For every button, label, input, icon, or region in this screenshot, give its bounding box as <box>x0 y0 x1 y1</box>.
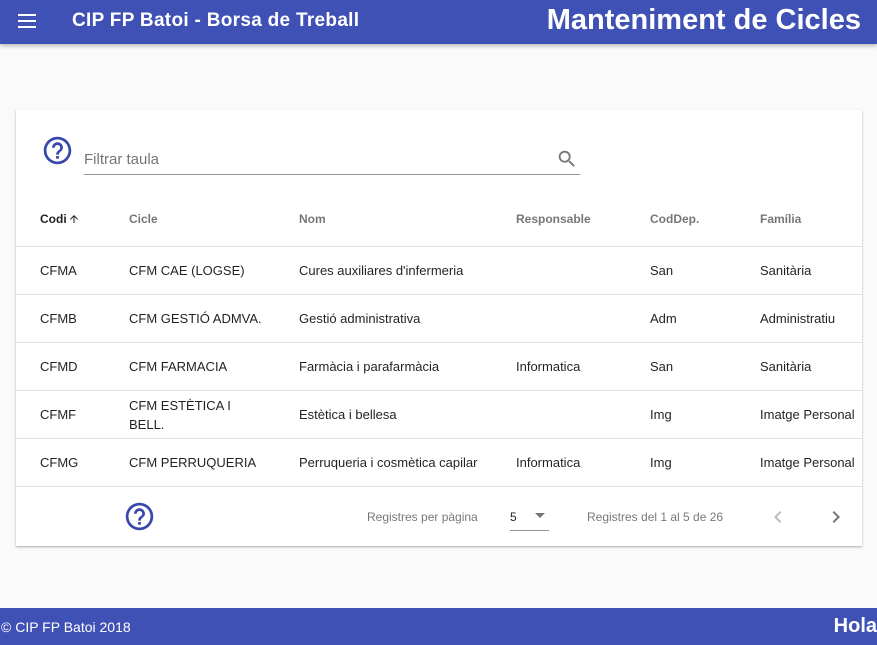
table-row[interactable]: CFMF CFM ESTÈTICA I BELL. Estètica i bel… <box>16 391 862 439</box>
cell-coddep: Img <box>650 455 672 470</box>
app-title[interactable]: CIP FP Batoi - Borsa de Treball <box>72 10 359 32</box>
cycles-table: Codi Cicle Nom Responsable CodDep. Famíl… <box>16 190 862 487</box>
table-header-row: Codi Cicle Nom Responsable CodDep. Famíl… <box>16 190 862 247</box>
menu-icon[interactable] <box>14 9 42 35</box>
cell-familia: Administratiu <box>760 311 836 326</box>
help-icon[interactable] <box>41 134 74 167</box>
arrow-up-icon <box>69 215 78 223</box>
cell-responsable <box>516 247 636 294</box>
cell-cicle: CFM PERRUQUERIA <box>129 455 257 470</box>
table-row[interactable]: CFMA CFM CAE (LOGSE) Cures auxiliares d'… <box>16 247 862 295</box>
paginator: Registres per pàgina 5 Registres del 1 a… <box>16 488 862 546</box>
cell-nom: Perruqueria i cosmètica capilar <box>299 455 478 470</box>
cell-familia: Imatge Personal <box>760 407 855 422</box>
column-header-cicle[interactable]: Cicle <box>129 212 269 226</box>
column-header-familia[interactable]: Família <box>760 212 860 226</box>
range-label: Registres del 1 al 5 de 26 <box>587 510 724 524</box>
cycles-table-card: Codi Cicle Nom Responsable CodDep. Famíl… <box>16 110 862 546</box>
cell-familia: Sanitària <box>760 263 812 278</box>
cell-responsable: Informatica <box>516 455 581 470</box>
filter-field <box>84 142 580 175</box>
cell-codi: CFMA <box>40 263 77 278</box>
cell-nom: Cures auxiliares d'infermeria <box>299 263 464 278</box>
page-size-select[interactable]: 5 <box>510 501 549 531</box>
table-row[interactable]: CFMG CFM PERRUQUERIA Perruqueria i cosmè… <box>16 439 862 487</box>
column-header-nom[interactable]: Nom <box>299 212 489 226</box>
chevron-right-icon[interactable] <box>824 505 848 529</box>
cell-cicle: CFM CAE (LOGSE) <box>129 263 245 278</box>
table-row[interactable]: CFMD CFM FARMACIA Farmàcia i parafarmàci… <box>16 343 862 391</box>
filter-input[interactable] <box>84 148 534 170</box>
chevron-left-icon[interactable] <box>766 505 790 529</box>
top-toolbar: CIP FP Batoi - Borsa de Treball Mantenim… <box>0 0 877 44</box>
cell-codi: CFMD <box>40 359 78 374</box>
cell-cicle: CFM ESTÈTICA I BELL. <box>129 397 231 432</box>
cell-coddep: Img <box>650 407 672 422</box>
cell-nom: Estètica i bellesa <box>299 407 397 422</box>
cell-coddep: San <box>650 359 674 374</box>
cell-coddep: San <box>650 263 674 278</box>
cell-familia: Sanitària <box>760 359 812 374</box>
cell-cicle: CFM GESTIÓ ADMVA. <box>129 311 262 326</box>
footer: © CIP FP Batoi 2018 Hola <box>0 608 877 645</box>
cell-codi: CFMB <box>40 311 77 326</box>
page-size-value: 5 <box>510 510 517 524</box>
column-header-coddep[interactable]: CodDep. <box>650 212 740 226</box>
cell-responsable <box>516 391 636 438</box>
cell-cicle: CFM FARMACIA <box>129 359 228 374</box>
search-icon[interactable] <box>556 148 578 170</box>
table-row[interactable]: CFMB CFM GESTIÓ ADMVA. Gestió administra… <box>16 295 862 343</box>
column-header-label: Codi <box>40 212 67 226</box>
page-size-label: Registres per pàgina <box>367 510 478 524</box>
cell-responsable: Informatica <box>516 359 581 374</box>
dropdown-arrow-icon <box>535 513 545 518</box>
column-header-responsable[interactable]: Responsable <box>516 212 636 226</box>
cell-coddep: Adm <box>650 311 677 326</box>
copyright-text: © CIP FP Batoi 2018 <box>1 619 131 635</box>
cell-familia: Imatge Personal <box>760 455 855 470</box>
greeting-text: Hola <box>833 615 877 637</box>
cell-codi: CFMG <box>40 455 79 470</box>
cell-nom: Farmàcia i parafarmàcia <box>299 359 440 374</box>
cell-nom: Gestió administrativa <box>299 311 421 326</box>
column-header-codi[interactable]: Codi <box>40 212 120 226</box>
cell-codi: CFMF <box>40 407 77 422</box>
cell-responsable <box>516 295 636 342</box>
page-title: Manteniment de Cicles <box>546 4 861 36</box>
